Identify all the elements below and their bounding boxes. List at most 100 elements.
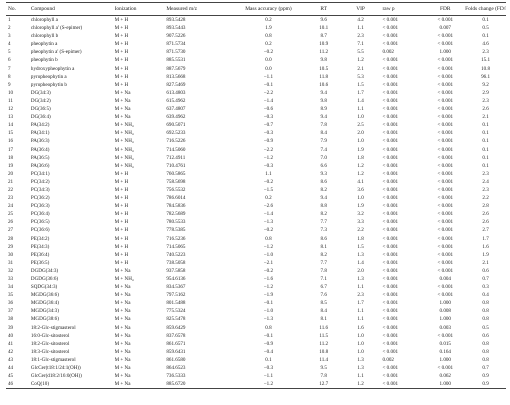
cell-ionization: M + Na: [114, 97, 131, 104]
cell-rt: 11.2: [319, 340, 329, 347]
cell-ionization: M + Na: [114, 114, 131, 121]
cell-no: 13: [8, 114, 14, 121]
cell-fdr: 0.008: [439, 308, 451, 315]
cell-rt: 9.4: [320, 114, 327, 121]
cell-ionization: M + H: [114, 49, 129, 56]
cell-mass-accuracy: 1.9: [265, 25, 272, 32]
cell-fold-change: 0.8: [482, 348, 489, 355]
cell-fdr: < 0.001: [437, 267, 454, 274]
cell-no: 37: [8, 308, 14, 315]
cell-no: 1: [8, 17, 11, 23]
cell-mass-accuracy: −0.1: [263, 332, 274, 339]
cell-mass-accuracy: −1.3: [263, 316, 274, 323]
cell-no: 9: [8, 81, 11, 88]
cell-compound: MGDG(36:4): [30, 300, 59, 307]
cell-compound: PE(36:4): [30, 251, 50, 258]
cell-fold-change: 0.9: [482, 381, 489, 388]
cell-fdr: 1.000: [439, 381, 451, 388]
bottom-rule: [6, 388, 506, 390]
cell-no: 32: [8, 267, 14, 274]
cell-fold-change: 0.1: [482, 154, 489, 161]
cell-raw-p: < 0.001: [382, 178, 399, 185]
cell-mass-accuracy: 0.2: [265, 41, 272, 48]
cell-no: 40: [8, 332, 14, 339]
cell-no: 19: [8, 162, 14, 169]
cell-measured-mz: 801.5488: [166, 300, 186, 307]
cell-raw-p: < 0.001: [382, 284, 399, 291]
cell-ionization: M + H: [114, 65, 129, 72]
cell-measured-mz: 871.5734: [166, 41, 186, 48]
results-table: No. Compound Ionization Measured m/z Mas…: [6, 2, 506, 390]
cell-no: 11: [8, 97, 13, 104]
cell-ionization: M + Na: [114, 308, 131, 315]
cell-rt: 8.7: [320, 33, 327, 40]
cell-no: 14: [8, 122, 14, 129]
cell-compound: PA(34:1): [30, 130, 50, 137]
cell-compound: 18:1-Glc-stigmasterol: [30, 356, 76, 363]
cell-mass-accuracy: −1.5: [263, 186, 274, 193]
table-row: 6 pheophytin b M + H 885.5531 0.0 9.8 1.2 < 0.0…: [6, 56, 506, 64]
cell-measured-mz: 859.6429: [166, 324, 186, 331]
cell-rt: 8.8: [320, 203, 327, 210]
cell-fold-change: 0.9: [482, 373, 489, 380]
cell-rt: 9.5: [320, 365, 327, 372]
cell-rt: 7.7: [320, 219, 327, 226]
cell-fdr: < 0.001: [437, 33, 454, 40]
table-row: 13 DG(36:4) M + Na 639.4962 −0.3 9.4 1.0 < 0.00…: [6, 113, 506, 121]
cell-mass-accuracy: −0.9: [263, 340, 274, 347]
cell-raw-p: < 0.001: [382, 73, 399, 80]
cell-fdr: 1.000: [439, 300, 451, 307]
cell-fdr: < 0.001: [437, 106, 454, 113]
cell-raw-p: < 0.001: [382, 340, 399, 347]
cell-rt: 8.4: [320, 130, 327, 137]
cell-ionization: M + H: [114, 17, 129, 23]
cell-compound: 18:2-Glc-sitosterol: [30, 340, 70, 347]
cell-vip: 1.1: [357, 284, 364, 291]
cell-ionization: M + NH₄: [114, 162, 134, 169]
cell-fold-change: 2.2: [482, 195, 489, 202]
cell-raw-p: < 0.001: [382, 227, 399, 234]
cell-raw-p: < 0.001: [382, 259, 399, 266]
cell-no: 17: [8, 146, 14, 153]
cell-rt: 11.2: [319, 49, 329, 56]
cell-vip: 1.1: [357, 308, 364, 315]
cell-measured-mz: 775.5324: [166, 308, 186, 315]
table-row: 19 PA(36:6) M + NH₄ 710.4761 −0.3 6.6 1.2 < 0.0…: [6, 162, 506, 170]
cell-mass-accuracy: −1.4: [263, 97, 274, 104]
cell-compound: PC(36:3): [30, 203, 50, 210]
cell-fdr: < 0.001: [437, 122, 454, 129]
cell-measured-mz: 813.5668: [166, 73, 186, 80]
cell-rt: 7.4: [320, 146, 327, 153]
cell-raw-p: < 0.001: [382, 162, 399, 169]
cell-compound: MGDG(34:3): [30, 308, 59, 315]
cell-fdr: < 0.001: [437, 332, 454, 339]
cell-mass-accuracy: −0.3: [263, 114, 274, 121]
cell-fold-change: 0.8: [482, 356, 489, 363]
table-row: 8 pyropheophytin a M + H 813.5668 −1.1 11.8 5.…: [6, 73, 506, 81]
cell-no: 10: [8, 89, 14, 96]
cell-mass-accuracy: −0.1: [263, 300, 274, 307]
table-row: 35 MGDG(36:6) M + Na 797.5162 −1.9 7.6 2.3 < 0.…: [6, 291, 506, 299]
cell-fdr: < 0.001: [437, 243, 454, 250]
cell-no: 34: [8, 284, 14, 291]
cell-fold-change: 2.6: [482, 219, 489, 226]
cell-vip: 4.2: [357, 17, 364, 23]
cell-mass-accuracy: 0.8: [265, 33, 272, 40]
table-row: 1 chlorophyll a M + H 893.5428 0.2 9.6 4.2 < 0.…: [6, 16, 506, 24]
cell-compound: PA(36:6): [30, 162, 50, 169]
cell-measured-mz: 710.4761: [166, 162, 186, 169]
cell-fold-change: 0.1: [482, 162, 489, 169]
cell-rt: 7.0: [320, 154, 327, 161]
cell-no: 20: [8, 170, 14, 177]
cell-rt: 7.8: [320, 122, 327, 129]
cell-vip: 1.7: [357, 89, 364, 96]
cell-compound: PC(36:4): [30, 211, 50, 218]
cell-no: 29: [8, 243, 14, 250]
cell-mass-accuracy: −1.0: [263, 308, 274, 315]
cell-ionization: M + Na: [114, 332, 131, 339]
table-row: 14 PA(34:2) M + NH₄ 690.5071 −0.7 7.8 2.5 < 0.0…: [6, 121, 506, 129]
cell-raw-p: < 0.001: [382, 267, 399, 274]
cell-fold-change: 4.6: [482, 41, 489, 48]
cell-mass-accuracy: −0.2: [263, 178, 274, 185]
cell-fold-change: 0.6: [482, 267, 489, 274]
